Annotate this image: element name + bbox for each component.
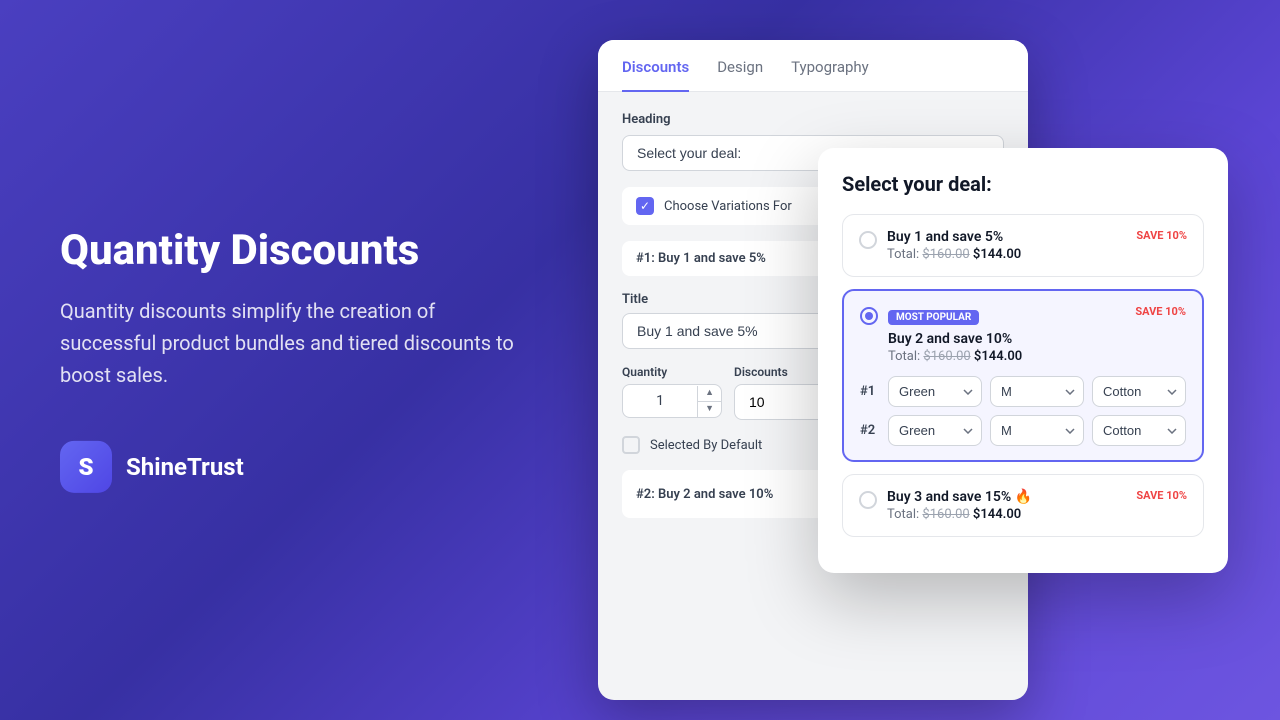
tab-discounts[interactable]: Discounts (622, 40, 689, 92)
main-title: Quantity Discounts (60, 227, 520, 275)
quantity-col: Quantity 1 ▲ ▼ (622, 365, 722, 420)
deal-option-1[interactable]: Buy 1 and save 5% Total: $160.00 $144.00… (842, 214, 1204, 277)
deal-option-3-text: Buy 3 and save 15% 🔥 Total: $160.00 $144… (887, 489, 1126, 522)
deal-option-1-total: Total: $160.00 $144.00 (887, 247, 1126, 262)
deal-option-1-save-badge: SAVE 10% (1136, 229, 1187, 242)
deal-option-1-original: $160.00 (922, 247, 969, 262)
deal-option-1-header: Buy 1 and save 5% Total: $160.00 $144.00… (859, 229, 1187, 262)
selected-by-default-label: Selected By Default (650, 438, 762, 453)
tabs-bar: Discounts Design Typography (598, 40, 1028, 92)
quantity-stepper[interactable]: 1 ▲ ▼ (622, 384, 722, 418)
deal-option-2-total-label: Total: (888, 349, 920, 364)
deal-option-3[interactable]: Buy 3 and save 15% 🔥 Total: $160.00 $144… (842, 474, 1204, 537)
deal-option-3-total: Total: $160.00 $144.00 (887, 507, 1126, 522)
deal-option-2-radio[interactable] (860, 307, 878, 325)
most-popular-badge: MOST POPULAR (888, 310, 979, 325)
stepper-arrows: ▲ ▼ (697, 386, 721, 417)
variation-2-material[interactable]: CottonPolyesterWool (1092, 415, 1186, 446)
variation-row-1: #1 GreenRedBlue MSLXL CottonPolyesterWoo… (860, 376, 1186, 407)
deal-option-2-discounted: $144.00 (974, 349, 1022, 364)
variation-1-material[interactable]: CottonPolyesterWool (1092, 376, 1186, 407)
deal-option-3-discounted: $144.00 (973, 507, 1021, 522)
stepper-down[interactable]: ▼ (698, 402, 721, 417)
overlay-card: Select your deal: Buy 1 and save 5% Tota… (818, 148, 1228, 573)
deal-option-2-total: Total: $160.00 $144.00 (888, 349, 1125, 364)
stepper-up[interactable]: ▲ (698, 386, 721, 402)
main-description: Quantity discounts simplify the creation… (60, 295, 520, 391)
deal-option-1-discounted: $144.00 (973, 247, 1021, 262)
choose-variations-checkbox[interactable] (636, 197, 654, 215)
deal-option-2-text: MOST POPULAR Buy 2 and save 10% Total: $… (888, 305, 1125, 364)
variation-2-size[interactable]: MSLXL (990, 415, 1084, 446)
deal-option-2[interactable]: MOST POPULAR Buy 2 and save 10% Total: $… (842, 289, 1204, 462)
fire-emoji: 🔥 (1015, 489, 1032, 505)
quantity-col-label: Quantity (622, 365, 722, 379)
deal-option-3-original: $160.00 (922, 507, 969, 522)
deal-option-3-title: Buy 3 and save 15% 🔥 (887, 489, 1126, 505)
variation-1-num: #1 (860, 384, 880, 399)
deal-option-1-title: Buy 1 and save 5% (887, 229, 1126, 245)
discount2-label: #2: Buy 2 and save 10% (636, 487, 773, 502)
brand-section: S ShineTrust (60, 441, 520, 493)
deal-option-3-total-label: Total: (887, 507, 919, 522)
variation-1-size[interactable]: MSLXL (990, 376, 1084, 407)
deal-option-2-title: Buy 2 and save 10% (888, 331, 1125, 347)
deal-option-1-text: Buy 1 and save 5% Total: $160.00 $144.00 (887, 229, 1126, 262)
deal-option-3-header: Buy 3 and save 15% 🔥 Total: $160.00 $144… (859, 489, 1187, 522)
choose-variations-label: Choose Variations For (664, 199, 792, 214)
brand-logo: S (60, 441, 112, 493)
heading-label: Heading (622, 112, 1004, 127)
variation-2-num: #2 (860, 423, 880, 438)
deal-option-2-original: $160.00 (923, 349, 970, 364)
deal-option-1-total-label: Total: (887, 247, 919, 262)
variation-1-color[interactable]: GreenRedBlue (888, 376, 982, 407)
tab-typography[interactable]: Typography (791, 40, 869, 92)
deal-option-1-radio[interactable] (859, 231, 877, 249)
quantity-value: 1 (623, 385, 697, 417)
brand-name: ShineTrust (126, 453, 244, 481)
variation-2-color[interactable]: GreenRedBlue (888, 415, 982, 446)
overlay-heading: Select your deal: (842, 172, 1204, 196)
deal-option-2-save-badge: SAVE 10% (1135, 305, 1186, 318)
left-panel: Quantity Discounts Quantity discounts si… (60, 227, 520, 493)
variation-rows: #1 GreenRedBlue MSLXL CottonPolyesterWoo… (860, 376, 1186, 446)
deal-option-3-radio[interactable] (859, 491, 877, 509)
selected-by-default-checkbox[interactable] (622, 436, 640, 454)
variation-row-2: #2 GreenRedBlue MSLXL CottonPolyesterWoo… (860, 415, 1186, 446)
deal-option-3-save-badge: SAVE 10% (1136, 489, 1187, 502)
deal-option-2-header: MOST POPULAR Buy 2 and save 10% Total: $… (860, 305, 1186, 364)
tab-design[interactable]: Design (717, 40, 763, 92)
